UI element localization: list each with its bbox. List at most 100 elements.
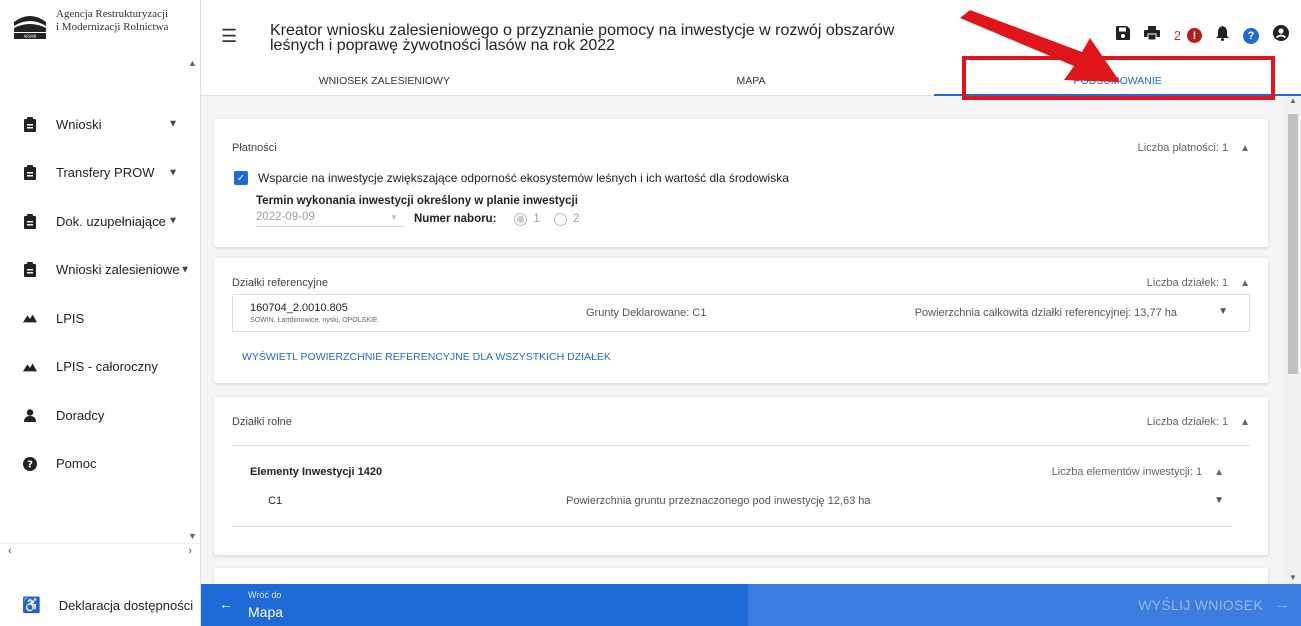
scroll-up-icon[interactable]: ▲	[1289, 96, 1297, 105]
chevron-down-icon[interactable]: ▼	[1214, 495, 1224, 506]
term-row: 2022-09-09 ▼ Numer naboru: 1 2	[256, 211, 593, 227]
sidebar-item-dok-uzupelniajace[interactable]: Dok. uzupełniające ▼	[0, 197, 200, 246]
chevron-up-icon[interactable]: ▲	[1240, 143, 1250, 154]
notification-bell-icon[interactable]	[1216, 25, 1229, 46]
help-circle-icon: ?	[23, 456, 37, 472]
agricultural-header[interactable]: Działki rolne Liczba działek: 1 ▲	[232, 416, 1250, 428]
print-icon[interactable]	[1143, 26, 1160, 45]
sidebar-item-label: LPIS - całoroczny	[56, 359, 158, 375]
parcel-grounds: Grunty Deklarowane: C1	[586, 307, 707, 319]
chevron-down-icon: ▼	[168, 118, 178, 130]
reference-header[interactable]: Działki referencyjne Liczba działek: 1 ▲	[232, 277, 1250, 289]
sidebar-item-label: Transfery PROW	[56, 165, 155, 181]
svg-text:?: ?	[27, 459, 33, 470]
nabor-radio-2[interactable]	[553, 212, 567, 226]
header: ☰ Kreator wniosku zalesieniowego o przyz…	[201, 0, 1301, 96]
parcel-id: 160704_2.0010.805	[250, 302, 348, 314]
support-checkbox-row[interactable]: ✓ Wsparcie na inwestycje zwiększające od…	[234, 171, 789, 185]
tab-mapa[interactable]: MAPA	[568, 68, 935, 96]
account-icon[interactable]	[1273, 25, 1289, 46]
person-icon	[23, 407, 37, 423]
tab-podsumowanie[interactable]: PODSUMOWANIE	[934, 68, 1301, 96]
scrollbar-thumb[interactable]	[1288, 114, 1298, 374]
sidebar-item-transfery-prow[interactable]: Transfery PROW ▼	[0, 149, 200, 198]
back-big-label: Mapa	[248, 604, 284, 620]
sidebar-item-wnioski-zalesieniowe[interactable]: Wnioski zalesieniowe ▼	[0, 246, 200, 295]
reference-count-label: Liczba działek: 1	[1146, 277, 1229, 289]
payments-card: Płatności Liczba płatności: 1 ▲ ✓ Wsparci…	[214, 119, 1268, 247]
mountain-icon	[23, 359, 37, 375]
element-code: C1	[268, 495, 283, 507]
show-reference-areas-link[interactable]: WYŚWIETL POWIERZCHNIE REFERENCYJNE DLA W…	[242, 351, 611, 363]
scroll-down-icon[interactable]: ▼	[1289, 573, 1297, 582]
arrow-right-icon: →	[1275, 596, 1289, 612]
nabor-radio-1[interactable]	[514, 212, 528, 226]
chevron-up-icon[interactable]: ▲	[1214, 467, 1224, 478]
hamburger-menu-icon[interactable]: ☰	[221, 26, 237, 47]
sidebar-item-lpis[interactable]: LPIS	[0, 294, 200, 343]
term-label: Termin wykonania inwestycji określony w …	[256, 195, 578, 207]
sidebar-scroll-up-icon[interactable]: ▲	[188, 58, 197, 68]
arimr-logo[interactable]: ARiMR Agencja Restrukturyzacji i Moderni…	[10, 8, 168, 42]
sidebar-nav: Wnioski ▼ Transfery PROW ▼ Dok. uzupełni…	[0, 100, 200, 488]
parcel-area: Powierzchnia całkowita działki referency…	[914, 307, 1177, 319]
chevron-up-icon[interactable]: ▲	[1240, 278, 1250, 289]
nabor-option-2-label: 2	[572, 213, 580, 225]
error-alert-icon[interactable]: !	[1187, 28, 1202, 43]
tab-wniosek-zalesieniowy[interactable]: WNIOSEK ZALESIENIOWY	[201, 68, 568, 96]
back-small-label: Wróć do	[248, 590, 282, 600]
investment-elements-count: Liczba elementów inwestycji: 1 ▲	[1052, 466, 1224, 478]
sidebar-item-label: Dok. uzupełniające	[56, 213, 166, 229]
checkbox-checked-icon[interactable]: ✓	[234, 171, 248, 185]
clipboard-icon	[23, 213, 37, 229]
term-date-value: 2022-09-09	[256, 211, 315, 223]
sidebar-scroll-down-icon[interactable]: ▼	[188, 531, 197, 541]
main-content: Płatności Liczba płatności: 1 ▲ ✓ Wsparci…	[201, 96, 1301, 584]
term-date-select[interactable]: 2022-09-09 ▼	[256, 211, 404, 227]
sidebar-item-doradcy[interactable]: Doradcy	[0, 391, 200, 440]
back-to-map-button[interactable]: ← Wróć do Mapa	[201, 584, 748, 626]
error-count-badge: 2	[1173, 28, 1181, 43]
sidebar-item-lpis-caloroczny[interactable]: LPIS - całoroczny	[0, 343, 200, 392]
arimr-logo-icon: ARiMR	[14, 16, 46, 39]
nabor-label: Numer naboru:	[414, 213, 497, 225]
payments-count: Liczba płatności: 1 ▲	[1138, 142, 1250, 154]
content-scrollbar[interactable]: ▲ ▼	[1285, 96, 1301, 584]
dropdown-caret-icon: ▼	[390, 213, 398, 222]
footer-navigation: ← Wróć do Mapa WYŚLIJ WNIOSEK →	[201, 584, 1301, 626]
send-application-button[interactable]: WYŚLIJ WNIOSEK →	[748, 584, 1301, 626]
chevron-down-icon: ▼	[168, 167, 178, 179]
investment-elements-title[interactable]: Elementy Inwestycji 1420	[250, 466, 382, 478]
sidebar-item-label: Doradcy	[56, 407, 105, 423]
reference-parcel-row[interactable]: 160704_2.0010.805 SOWIN, Łambinowice, ny…	[232, 294, 1250, 332]
payments-title: Płatności	[232, 142, 277, 154]
reference-parcels-card: Działki referencyjne Liczba działek: 1 ▲ …	[214, 258, 1268, 383]
chevron-up-icon[interactable]: ▲	[1240, 417, 1250, 428]
reference-count: Liczba działek: 1 ▲	[1147, 277, 1250, 289]
save-icon[interactable]	[1115, 26, 1130, 45]
chevron-down-icon[interactable]: ▼	[1218, 306, 1228, 317]
next-card	[214, 568, 1268, 584]
sidebar-item-label: LPIS	[56, 310, 85, 326]
chevron-down-icon: ▼	[168, 215, 178, 227]
scroll-right-icon[interactable]: ›	[188, 545, 192, 557]
sidebar-horizontal-scrollbar[interactable]: ‹ ›	[0, 543, 200, 557]
arrow-left-icon: ←	[219, 596, 233, 612]
svg-text:ARiMR: ARiMR	[24, 34, 37, 39]
sidebar-item-pomoc[interactable]: ? Pomoc	[0, 440, 200, 489]
element-area: Powierzchnia gruntu przeznaczonego pod i…	[566, 495, 871, 507]
help-icon[interactable]: ?	[1243, 27, 1259, 44]
accessibility-icon: ♿	[22, 597, 41, 614]
page-title: Kreator wniosku zalesieniowego o przyzna…	[270, 22, 895, 54]
scroll-left-icon[interactable]: ‹	[8, 545, 12, 557]
header-actions: 2 ! ?	[1115, 25, 1289, 46]
payments-count-label: Liczba płatności: 1	[1137, 142, 1229, 154]
sidebar: ARiMR Agencja Restrukturyzacji i Moderni…	[0, 0, 201, 626]
payments-header[interactable]: Płatności Liczba płatności: 1 ▲	[232, 142, 1250, 154]
nabor-option-1-label: 1	[533, 213, 540, 225]
clipboard-icon	[23, 165, 37, 181]
reference-title: Działki referencyjne	[232, 277, 328, 289]
clipboard-icon	[23, 262, 37, 278]
sidebar-item-wnioski[interactable]: Wnioski ▼	[0, 100, 200, 149]
accessibility-declaration-link[interactable]: ♿ Deklaracja dostępności	[0, 584, 200, 626]
